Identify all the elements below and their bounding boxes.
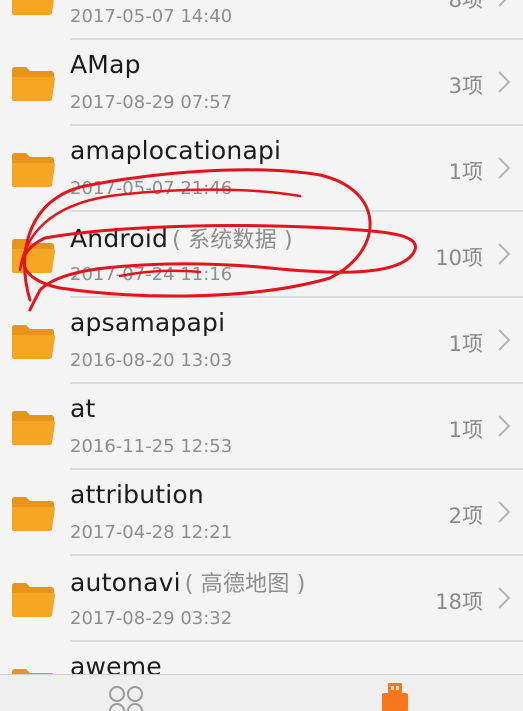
folder-icon	[12, 325, 55, 359]
file-list: 2017-05-07 14:40 8项 AMap 2017-08-29 07:5…	[0, 0, 523, 711]
item-count: 10项	[435, 246, 483, 270]
file-date: 2017-05-07 21:46	[70, 178, 233, 199]
item-count: 3项	[448, 74, 483, 98]
item-count: 2项	[448, 504, 483, 528]
file-row[interactable]: 2017-05-07 14:40 8项	[0, 0, 523, 40]
chevron-right-icon	[498, 71, 511, 93]
item-count: 18项	[435, 590, 483, 614]
file-row[interactable]: at 2016-11-25 12:53 1项	[0, 384, 523, 470]
file-name: apsamapapi	[70, 308, 226, 337]
folder-icon	[12, 497, 55, 531]
folder-icon	[12, 411, 55, 445]
bottom-tab-bar	[0, 674, 523, 711]
folder-icon	[12, 67, 55, 101]
file-name: autonavi( 高德地图 )	[70, 568, 306, 597]
chevron-right-icon	[498, 501, 511, 523]
file-row[interactable]: AMap 2017-08-29 07:57 3项	[0, 40, 523, 126]
chevron-right-icon	[498, 329, 511, 351]
file-date: 2017-04-28 12:21	[70, 522, 233, 543]
file-date: 2017-05-07 14:40	[70, 6, 233, 27]
file-name: amaplocationapi	[70, 136, 282, 165]
folder-icon	[12, 583, 55, 617]
chevron-right-icon	[498, 243, 511, 265]
file-date: 2017-08-29 07:57	[70, 92, 233, 113]
chevron-right-icon	[498, 157, 511, 179]
file-name: attribution	[70, 480, 204, 509]
item-count: 1项	[448, 418, 483, 442]
categories-icon[interactable]	[107, 685, 145, 711]
chevron-right-icon	[498, 587, 511, 609]
folder-icon	[12, 0, 54, 15]
file-date: 2017-08-29 03:32	[70, 608, 233, 629]
file-row[interactable]: apsamapapi 2016-08-20 13:03 1项	[0, 298, 523, 384]
item-count: 8项	[448, 0, 483, 12]
file-date: 2016-08-20 13:03	[70, 350, 233, 371]
folder-icon	[12, 239, 55, 273]
file-name: at	[70, 394, 96, 423]
file-name: Android( 系统数据 )	[70, 224, 293, 253]
file-row[interactable]: Android( 系统数据 ) 2017-07-24 11:16 10项	[0, 212, 523, 298]
file-row[interactable]: attribution 2017-04-28 12:21 2项	[0, 470, 523, 556]
file-date: 2016-11-25 12:53	[70, 436, 233, 457]
file-row[interactable]: autonavi( 高德地图 ) 2017-08-29 03:32 18项	[0, 556, 523, 642]
item-count: 1项	[448, 160, 483, 184]
item-count: 1项	[448, 332, 483, 356]
chevron-right-icon	[498, 415, 511, 437]
file-name: AMap	[70, 50, 141, 79]
chevron-right-icon	[498, 0, 507, 7]
file-date: 2017-07-24 11:16	[70, 264, 233, 285]
usb-storage-icon[interactable]	[382, 683, 408, 711]
folder-icon	[12, 153, 55, 187]
file-row[interactable]: amaplocationapi 2017-05-07 21:46 1项	[0, 126, 523, 212]
